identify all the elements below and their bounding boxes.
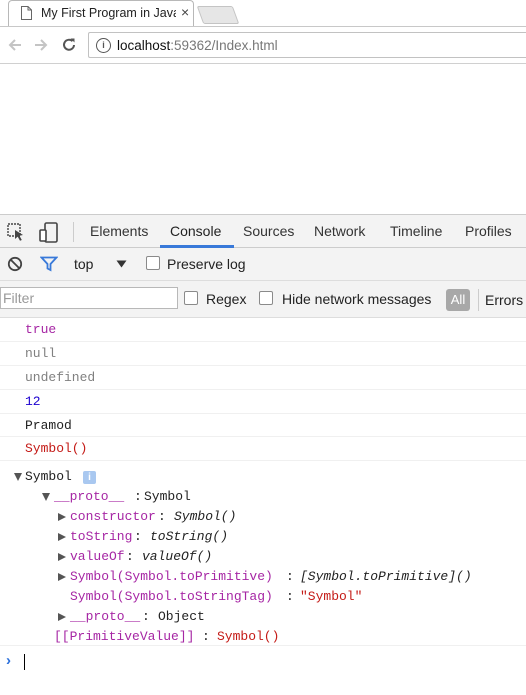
hide-network-checkbox[interactable]	[259, 291, 273, 305]
tab-title: My First Program in JavaScript	[41, 6, 176, 20]
tab-elements[interactable]: Elements	[90, 223, 148, 239]
info-icon[interactable]: i	[83, 471, 96, 485]
console-message: Symbol()	[0, 437, 526, 462]
expand-triangle-icon[interactable]	[58, 573, 66, 582]
property-value: valueOf()	[142, 549, 213, 565]
filter-icon[interactable]	[40, 256, 58, 272]
console-value: 12	[25, 393, 41, 409]
all-levels-button[interactable]: All	[446, 289, 470, 311]
separator-colon: :	[134, 489, 142, 505]
back-icon[interactable]	[6, 36, 24, 54]
tab-timeline[interactable]: Timeline	[390, 223, 442, 239]
preserve-log-label: Preserve log	[167, 256, 246, 272]
address-bar[interactable]: i localhost:59362/Index.html	[88, 32, 526, 58]
console-message: null	[0, 342, 526, 366]
url-text: localhost:59362/Index.html	[117, 38, 278, 53]
console-log: true null undefined 12 Pramod Symbol() S…	[0, 318, 526, 647]
inspect-element-icon[interactable]	[6, 222, 26, 242]
collapse-triangle-icon[interactable]	[42, 493, 50, 502]
expand-triangle-icon[interactable]	[58, 533, 66, 542]
console-message: undefined	[0, 366, 526, 390]
forward-icon[interactable]	[32, 36, 50, 54]
console-message: true	[0, 318, 526, 342]
regex-checkbox[interactable]	[184, 291, 198, 305]
dropdown-arrow-icon[interactable]	[116, 260, 127, 268]
collapse-triangle-icon[interactable]	[14, 473, 22, 482]
console-value: Pramod	[25, 417, 72, 433]
browser-toolbar: i localhost:59362/Index.html	[0, 27, 526, 64]
regex-label: Regex	[206, 291, 247, 307]
property-key: toString	[70, 529, 133, 545]
info-icon[interactable]: i	[96, 38, 111, 53]
devtools-tabbar: Elements Console Sources Network Timelin…	[0, 214, 526, 248]
expand-triangle-icon[interactable]	[58, 513, 66, 522]
property-key: Symbol(Symbol.toStringTag)	[70, 589, 273, 605]
property-value: Symbol()	[174, 509, 237, 525]
property-value: toString()	[150, 529, 229, 545]
property-key: __proto__	[70, 609, 141, 625]
browser-tab[interactable]: My First Program in JavaScript ×	[8, 0, 194, 26]
property-key: valueOf	[70, 549, 125, 565]
console-toolbar: top Preserve log	[0, 248, 526, 281]
separator-colon: :	[158, 509, 166, 525]
property-value: Symbol	[144, 489, 191, 505]
new-tab-button[interactable]	[196, 6, 240, 24]
property-key: __proto__	[54, 489, 125, 505]
console-prompt[interactable]: ›	[0, 648, 526, 676]
filter-input[interactable]	[0, 287, 178, 309]
device-mode-icon[interactable]	[38, 222, 60, 244]
close-tab-icon[interactable]: ×	[181, 4, 189, 20]
property-key: [[PrimitiveValue]]	[54, 629, 195, 645]
page-content	[0, 64, 526, 214]
console-message: Pramod	[0, 414, 526, 438]
separator-colon: :	[126, 549, 134, 565]
tree-root-label: Symbol	[25, 469, 72, 485]
prompt-chevron-icon: ›	[6, 652, 11, 669]
tab-profiles[interactable]: Profiles	[465, 223, 512, 239]
preserve-log-checkbox[interactable]	[146, 256, 160, 270]
tab-console[interactable]: Console	[170, 223, 221, 239]
tab-sources[interactable]: Sources	[243, 223, 294, 239]
console-value: undefined	[25, 369, 96, 385]
separator-colon: :	[286, 569, 294, 585]
text-caret	[24, 654, 25, 670]
separator	[478, 289, 479, 311]
separator-colon: :	[286, 589, 294, 605]
console-value: true	[25, 322, 57, 337]
reload-icon[interactable]	[60, 36, 78, 54]
separator	[73, 222, 74, 242]
separator-colon: :	[134, 529, 142, 545]
console-value: Symbol()	[25, 441, 88, 457]
property-value: Object	[158, 609, 205, 625]
property-value: "Symbol"	[300, 589, 363, 605]
object-tree: Symbol i __proto__ : Symbol constructor …	[0, 461, 526, 647]
errors-filter-button[interactable]: Errors	[485, 292, 523, 308]
property-value: [Symbol.toPrimitive]()	[300, 569, 472, 585]
filter-bar: Regex Hide network messages All Errors	[0, 281, 526, 318]
expand-triangle-icon[interactable]	[58, 613, 66, 622]
separator-colon: :	[142, 609, 150, 625]
console-value: null	[25, 345, 57, 361]
separator-colon: :	[202, 629, 210, 645]
document-icon	[21, 6, 32, 20]
hide-network-label: Hide network messages	[282, 291, 432, 307]
property-key: constructor	[70, 509, 156, 525]
context-selector[interactable]: top	[74, 256, 93, 272]
property-value: Symbol()	[217, 629, 280, 645]
console-message: 12	[0, 390, 526, 414]
clear-console-icon[interactable]	[7, 256, 23, 272]
tab-strip: My First Program in JavaScript ×	[0, 0, 526, 27]
expand-triangle-icon[interactable]	[58, 553, 66, 562]
tab-network[interactable]: Network	[314, 223, 365, 239]
property-key: Symbol(Symbol.toPrimitive)	[70, 569, 273, 585]
